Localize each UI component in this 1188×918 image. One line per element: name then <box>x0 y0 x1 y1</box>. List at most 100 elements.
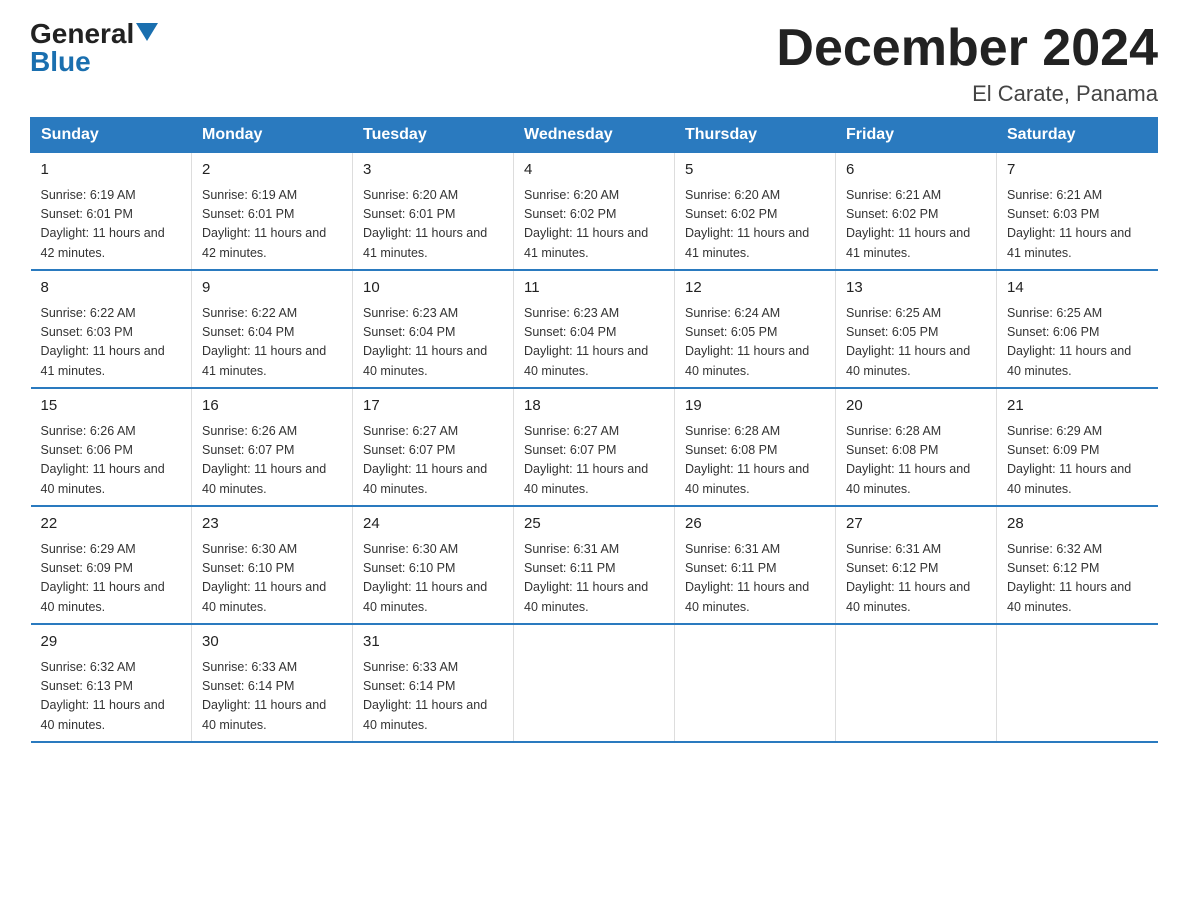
day-number: 9 <box>202 277 342 300</box>
day-cell: 21 Sunrise: 6:29 AM Sunset: 6:09 PM Dayl… <box>997 388 1158 506</box>
day-info: Sunrise: 6:32 AM Sunset: 6:12 PM Dayligh… <box>1007 540 1148 618</box>
day-cell: 3 Sunrise: 6:20 AM Sunset: 6:01 PM Dayli… <box>353 153 514 271</box>
day-cell: 25 Sunrise: 6:31 AM Sunset: 6:11 PM Dayl… <box>514 506 675 624</box>
day-info: Sunrise: 6:21 AM Sunset: 6:03 PM Dayligh… <box>1007 186 1148 264</box>
day-info: Sunrise: 6:27 AM Sunset: 6:07 PM Dayligh… <box>363 422 503 500</box>
day-number: 4 <box>524 159 664 182</box>
day-cell: 12 Sunrise: 6:24 AM Sunset: 6:05 PM Dayl… <box>675 270 836 388</box>
day-cell <box>997 624 1158 742</box>
col-monday: Monday <box>192 118 353 153</box>
day-number: 18 <box>524 395 664 418</box>
day-number: 26 <box>685 513 825 536</box>
col-sunday: Sunday <box>31 118 192 153</box>
day-info: Sunrise: 6:31 AM Sunset: 6:12 PM Dayligh… <box>846 540 986 618</box>
day-number: 24 <box>363 513 503 536</box>
week-row-3: 15 Sunrise: 6:26 AM Sunset: 6:06 PM Dayl… <box>31 388 1158 506</box>
day-info: Sunrise: 6:29 AM Sunset: 6:09 PM Dayligh… <box>41 540 182 618</box>
day-info: Sunrise: 6:33 AM Sunset: 6:14 PM Dayligh… <box>202 658 342 736</box>
day-info: Sunrise: 6:23 AM Sunset: 6:04 PM Dayligh… <box>363 304 503 382</box>
day-info: Sunrise: 6:28 AM Sunset: 6:08 PM Dayligh… <box>685 422 825 500</box>
day-info: Sunrise: 6:33 AM Sunset: 6:14 PM Dayligh… <box>363 658 503 736</box>
day-number: 5 <box>685 159 825 182</box>
header-row: Sunday Monday Tuesday Wednesday Thursday… <box>31 118 1158 153</box>
day-info: Sunrise: 6:20 AM Sunset: 6:01 PM Dayligh… <box>363 186 503 264</box>
day-cell: 31 Sunrise: 6:33 AM Sunset: 6:14 PM Dayl… <box>353 624 514 742</box>
day-cell: 18 Sunrise: 6:27 AM Sunset: 6:07 PM Dayl… <box>514 388 675 506</box>
day-cell: 15 Sunrise: 6:26 AM Sunset: 6:06 PM Dayl… <box>31 388 192 506</box>
day-number: 8 <box>41 277 182 300</box>
calendar-header: Sunday Monday Tuesday Wednesday Thursday… <box>31 118 1158 153</box>
day-number: 12 <box>685 277 825 300</box>
day-number: 22 <box>41 513 182 536</box>
day-cell: 11 Sunrise: 6:23 AM Sunset: 6:04 PM Dayl… <box>514 270 675 388</box>
day-info: Sunrise: 6:26 AM Sunset: 6:07 PM Dayligh… <box>202 422 342 500</box>
day-cell: 13 Sunrise: 6:25 AM Sunset: 6:05 PM Dayl… <box>836 270 997 388</box>
week-row-2: 8 Sunrise: 6:22 AM Sunset: 6:03 PM Dayli… <box>31 270 1158 388</box>
day-cell: 6 Sunrise: 6:21 AM Sunset: 6:02 PM Dayli… <box>836 153 997 271</box>
week-row-5: 29 Sunrise: 6:32 AM Sunset: 6:13 PM Dayl… <box>31 624 1158 742</box>
day-info: Sunrise: 6:30 AM Sunset: 6:10 PM Dayligh… <box>202 540 342 618</box>
calendar-table: Sunday Monday Tuesday Wednesday Thursday… <box>30 117 1158 743</box>
day-number: 31 <box>363 631 503 654</box>
day-cell: 30 Sunrise: 6:33 AM Sunset: 6:14 PM Dayl… <box>192 624 353 742</box>
day-cell: 22 Sunrise: 6:29 AM Sunset: 6:09 PM Dayl… <box>31 506 192 624</box>
day-cell: 8 Sunrise: 6:22 AM Sunset: 6:03 PM Dayli… <box>31 270 192 388</box>
day-info: Sunrise: 6:23 AM Sunset: 6:04 PM Dayligh… <box>524 304 664 382</box>
day-number: 25 <box>524 513 664 536</box>
day-cell <box>675 624 836 742</box>
location-text: El Carate, Panama <box>776 81 1158 107</box>
day-number: 30 <box>202 631 342 654</box>
day-cell <box>836 624 997 742</box>
logo-general-text: General <box>30 20 134 48</box>
day-number: 17 <box>363 395 503 418</box>
day-number: 15 <box>41 395 182 418</box>
day-info: Sunrise: 6:24 AM Sunset: 6:05 PM Dayligh… <box>685 304 825 382</box>
day-cell: 4 Sunrise: 6:20 AM Sunset: 6:02 PM Dayli… <box>514 153 675 271</box>
day-cell: 19 Sunrise: 6:28 AM Sunset: 6:08 PM Dayl… <box>675 388 836 506</box>
day-info: Sunrise: 6:26 AM Sunset: 6:06 PM Dayligh… <box>41 422 182 500</box>
day-info: Sunrise: 6:32 AM Sunset: 6:13 PM Dayligh… <box>41 658 182 736</box>
month-title: December 2024 <box>776 20 1158 77</box>
col-wednesday: Wednesday <box>514 118 675 153</box>
day-cell <box>514 624 675 742</box>
day-cell: 26 Sunrise: 6:31 AM Sunset: 6:11 PM Dayl… <box>675 506 836 624</box>
day-number: 28 <box>1007 513 1148 536</box>
day-number: 2 <box>202 159 342 182</box>
day-cell: 14 Sunrise: 6:25 AM Sunset: 6:06 PM Dayl… <box>997 270 1158 388</box>
day-cell: 7 Sunrise: 6:21 AM Sunset: 6:03 PM Dayli… <box>997 153 1158 271</box>
day-cell: 27 Sunrise: 6:31 AM Sunset: 6:12 PM Dayl… <box>836 506 997 624</box>
day-info: Sunrise: 6:28 AM Sunset: 6:08 PM Dayligh… <box>846 422 986 500</box>
col-tuesday: Tuesday <box>353 118 514 153</box>
day-cell: 9 Sunrise: 6:22 AM Sunset: 6:04 PM Dayli… <box>192 270 353 388</box>
page-header: General Blue December 2024 El Carate, Pa… <box>30 20 1158 107</box>
week-row-4: 22 Sunrise: 6:29 AM Sunset: 6:09 PM Dayl… <box>31 506 1158 624</box>
logo: General Blue <box>30 20 158 76</box>
day-cell: 10 Sunrise: 6:23 AM Sunset: 6:04 PM Dayl… <box>353 270 514 388</box>
calendar-body: 1 Sunrise: 6:19 AM Sunset: 6:01 PM Dayli… <box>31 153 1158 743</box>
day-cell: 29 Sunrise: 6:32 AM Sunset: 6:13 PM Dayl… <box>31 624 192 742</box>
logo-triangle-icon <box>136 23 158 46</box>
day-cell: 2 Sunrise: 6:19 AM Sunset: 6:01 PM Dayli… <box>192 153 353 271</box>
day-number: 13 <box>846 277 986 300</box>
week-row-1: 1 Sunrise: 6:19 AM Sunset: 6:01 PM Dayli… <box>31 153 1158 271</box>
day-number: 21 <box>1007 395 1148 418</box>
day-cell: 5 Sunrise: 6:20 AM Sunset: 6:02 PM Dayli… <box>675 153 836 271</box>
day-info: Sunrise: 6:22 AM Sunset: 6:03 PM Dayligh… <box>41 304 182 382</box>
title-block: December 2024 El Carate, Panama <box>776 20 1158 107</box>
day-number: 19 <box>685 395 825 418</box>
day-cell: 23 Sunrise: 6:30 AM Sunset: 6:10 PM Dayl… <box>192 506 353 624</box>
day-cell: 16 Sunrise: 6:26 AM Sunset: 6:07 PM Dayl… <box>192 388 353 506</box>
day-cell: 24 Sunrise: 6:30 AM Sunset: 6:10 PM Dayl… <box>353 506 514 624</box>
day-number: 20 <box>846 395 986 418</box>
col-friday: Friday <box>836 118 997 153</box>
day-info: Sunrise: 6:20 AM Sunset: 6:02 PM Dayligh… <box>524 186 664 264</box>
day-number: 1 <box>41 159 182 182</box>
day-number: 11 <box>524 277 664 300</box>
col-saturday: Saturday <box>997 118 1158 153</box>
day-info: Sunrise: 6:25 AM Sunset: 6:06 PM Dayligh… <box>1007 304 1148 382</box>
col-thursday: Thursday <box>675 118 836 153</box>
day-cell: 1 Sunrise: 6:19 AM Sunset: 6:01 PM Dayli… <box>31 153 192 271</box>
day-cell: 20 Sunrise: 6:28 AM Sunset: 6:08 PM Dayl… <box>836 388 997 506</box>
day-info: Sunrise: 6:30 AM Sunset: 6:10 PM Dayligh… <box>363 540 503 618</box>
day-info: Sunrise: 6:31 AM Sunset: 6:11 PM Dayligh… <box>685 540 825 618</box>
